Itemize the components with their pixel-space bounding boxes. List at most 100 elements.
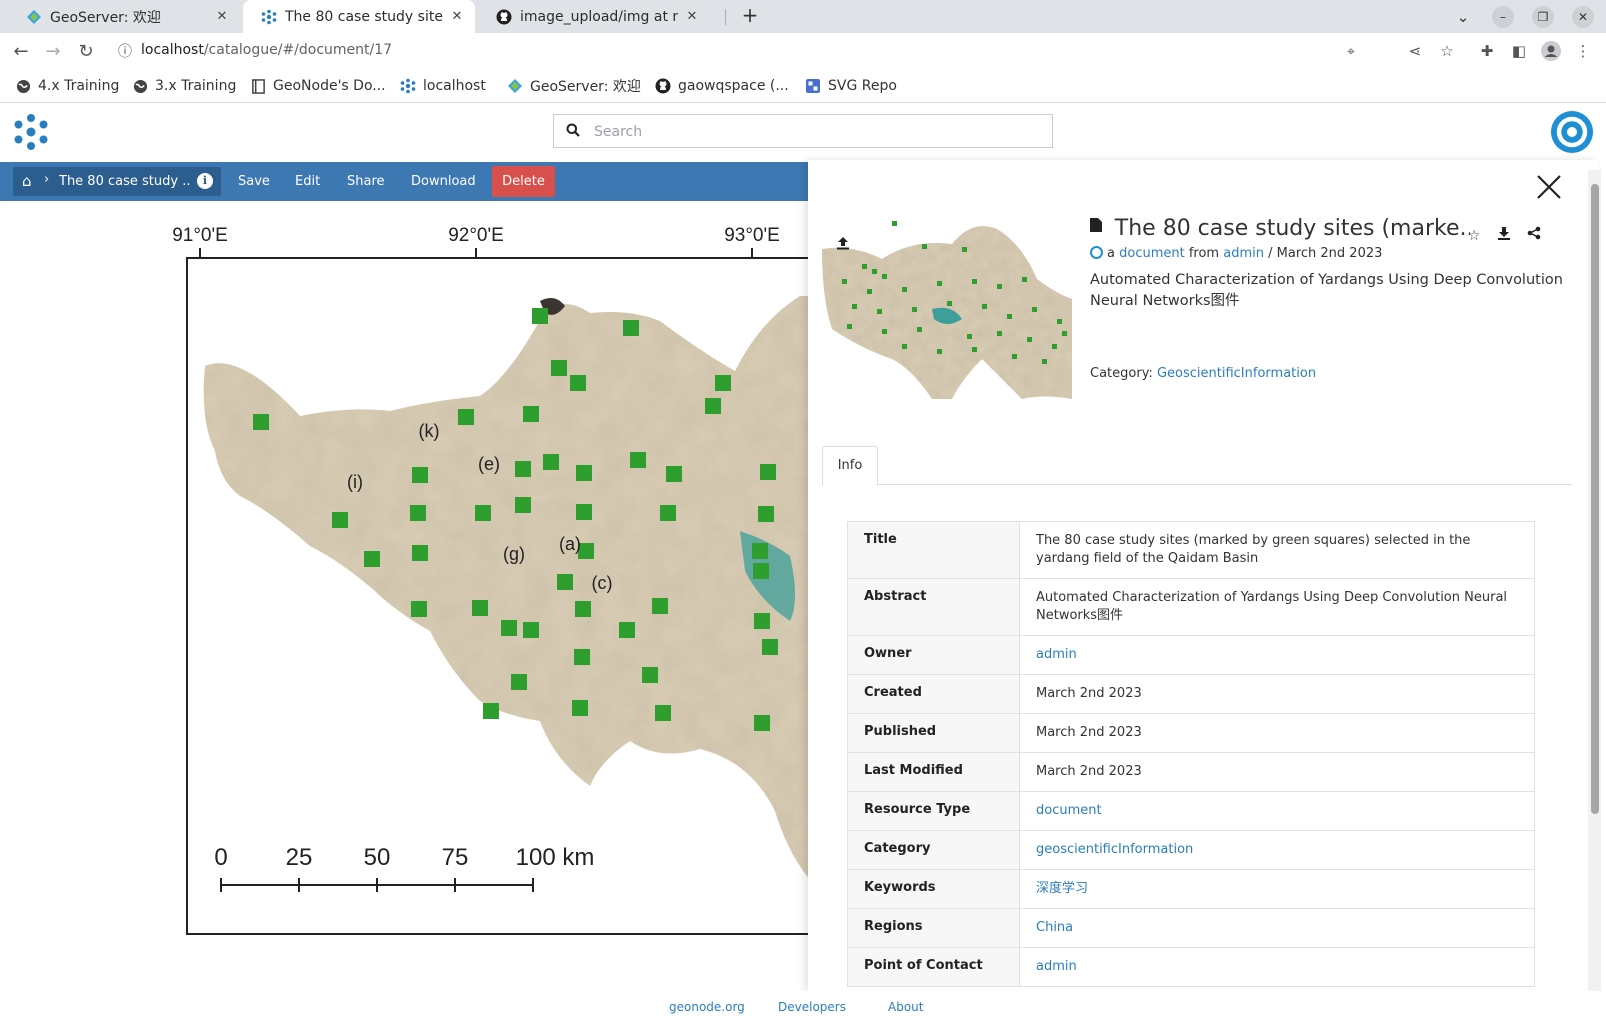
close-tab-icon[interactable]: ✕ [214, 9, 230, 24]
bookmark-label: GeoServer: 欢迎 [530, 79, 641, 95]
tab-title: The 80 case study sites (m [285, 8, 443, 25]
tab-info[interactable]: Info [822, 446, 878, 486]
scrollbar-thumb[interactable] [1591, 184, 1599, 814]
close-tab-icon[interactable]: ✕ [449, 9, 465, 24]
info-value-link[interactable]: admin [1036, 959, 1077, 974]
owner-link[interactable]: admin [1223, 246, 1264, 261]
restore-button[interactable]: ❐ [1532, 6, 1554, 28]
panel-scrollbar[interactable] [1588, 170, 1601, 991]
forward-icon[interactable]: → [41, 40, 65, 64]
bookmark-star-icon[interactable]: ☆ [1436, 40, 1458, 62]
browser-tab-geoserver[interactable]: GeoServer: 欢迎 ✕ [8, 0, 240, 33]
site-marker [501, 620, 517, 636]
search-icon [566, 123, 580, 141]
favorite-star-icon[interactable]: ☆ [1464, 226, 1484, 246]
bookmark-item[interactable]: 4.x Training [15, 76, 119, 96]
location-icon[interactable]: ⌖ [1342, 43, 1360, 61]
site-marker [652, 598, 668, 614]
edit-button[interactable]: Edit [295, 162, 320, 201]
info-value-link[interactable]: China [1036, 920, 1073, 935]
info-value: March 2nd 2023 [1036, 764, 1142, 779]
info-value-cell: Automated Characterization of Yardangs U… [1019, 578, 1535, 636]
footer-link-developers[interactable]: Developers [778, 1000, 846, 1014]
bookmark-label: localhost [423, 78, 486, 94]
url-field[interactable]: ⓘ localhost/catalogue/#/document/17 ⌖ [108, 36, 1378, 67]
thumb-site-marker [1007, 314, 1012, 319]
search-input[interactable] [594, 121, 1034, 143]
site-marker [642, 667, 658, 683]
bookmark-item[interactable]: gaowqspace (... [655, 76, 789, 96]
browser-tab-github[interactable]: image_upload/img at mai ✕ [478, 0, 710, 33]
bookmark-item[interactable]: 3.x Training [132, 76, 236, 96]
github-icon [496, 9, 512, 25]
site-marker [523, 622, 539, 638]
site-marker [572, 700, 588, 716]
close-panel-button[interactable] [1534, 172, 1564, 202]
site-marker [332, 512, 348, 528]
info-row: Category geoscientificInformation [847, 830, 1535, 870]
meta-a: a [1107, 246, 1115, 261]
info-key: Last Modified [847, 752, 1020, 792]
bookmark-item[interactable]: SVG Repo [805, 76, 897, 96]
share-button[interactable]: Share [347, 162, 385, 201]
close-window-button[interactable]: ✕ [1572, 6, 1594, 28]
search-box [553, 114, 1053, 148]
tab-search-icon[interactable]: ⌄ [1452, 6, 1474, 28]
info-value-link[interactable]: admin [1036, 647, 1077, 662]
download-icon[interactable] [1494, 226, 1514, 246]
download-button[interactable]: Download [411, 162, 476, 201]
menu-icon[interactable]: ⋮ [1572, 40, 1594, 62]
browser-tab-strip: GeoServer: 欢迎 ✕ The 80 case study sites … [0, 0, 1606, 33]
user-menu-button[interactable] [1551, 111, 1593, 153]
geonode-logo[interactable] [12, 113, 50, 151]
info-value-link[interactable]: 深度学习 [1036, 881, 1088, 896]
footer-link-geonode[interactable]: geonode.org [669, 1000, 745, 1014]
bookmark-label: gaowqspace (... [678, 78, 789, 94]
reload-icon[interactable]: ↻ [74, 40, 98, 64]
info-icon[interactable]: i [197, 173, 213, 189]
upload-icon[interactable] [834, 236, 852, 254]
extensions-icon[interactable]: ✚ [1476, 40, 1498, 62]
category-link[interactable]: GeoscientificInformation [1157, 366, 1316, 381]
home-icon[interactable]: ⌂ [22, 172, 32, 190]
info-row: Keywords 深度学习 [847, 869, 1535, 909]
share-icon[interactable] [1524, 226, 1544, 246]
bookmark-item[interactable]: GeoServer: 欢迎 [507, 76, 641, 96]
new-tab-button[interactable]: + [738, 4, 762, 28]
resource-type-link[interactable]: document [1119, 246, 1185, 261]
bookmark-item[interactable]: GeoNode's Do... [250, 76, 386, 96]
side-panel-icon[interactable]: ◧ [1508, 40, 1530, 62]
profile-icon[interactable] [1540, 40, 1562, 62]
geonode-icon [400, 78, 416, 94]
site-label: (k) [419, 421, 440, 441]
back-icon[interactable]: ← [9, 40, 33, 64]
thumb-site-marker [972, 279, 977, 284]
info-row: Last Modified March 2nd 2023 [847, 752, 1535, 792]
site-info-icon[interactable]: ⓘ [116, 43, 134, 61]
info-key: Regions [847, 908, 1020, 948]
bookmark-label: 4.x Training [38, 78, 120, 94]
breadcrumb-current[interactable]: The 80 case study ... [59, 174, 191, 189]
site-marker [754, 715, 770, 731]
site-marker [762, 639, 778, 655]
footer-link-about[interactable]: About [888, 1000, 923, 1014]
document-thumbnail[interactable] [822, 219, 1072, 399]
document-category: Category: GeoscientificInformation [1090, 366, 1316, 381]
thumb-site-marker [917, 327, 922, 332]
category-label: Category: [1090, 366, 1153, 381]
geoserver-icon [507, 78, 523, 94]
save-button[interactable]: Save [238, 162, 270, 201]
minimize-button[interactable]: – [1492, 6, 1514, 28]
bookmark-item[interactable]: localhost [400, 76, 486, 96]
browser-tab-document[interactable]: The 80 case study sites (m ✕ [243, 0, 475, 33]
document-viewer[interactable]: 91°0'E 92°0'E 93°0'E (k) (e) (i) (a) (g)… [0, 201, 808, 991]
resource-toolbar: ⌂ › The 80 case study ... i Save Edit Sh… [0, 162, 808, 201]
site-marker [758, 506, 774, 522]
info-value-link[interactable]: document [1036, 803, 1102, 818]
delete-button[interactable]: Delete [492, 166, 555, 197]
share-icon[interactable]: ⋖ [1404, 40, 1426, 62]
site-marker [475, 505, 491, 521]
site-marker [655, 705, 671, 721]
close-tab-icon[interactable]: ✕ [684, 9, 700, 24]
info-value-link[interactable]: geoscientificInformation [1036, 842, 1193, 857]
